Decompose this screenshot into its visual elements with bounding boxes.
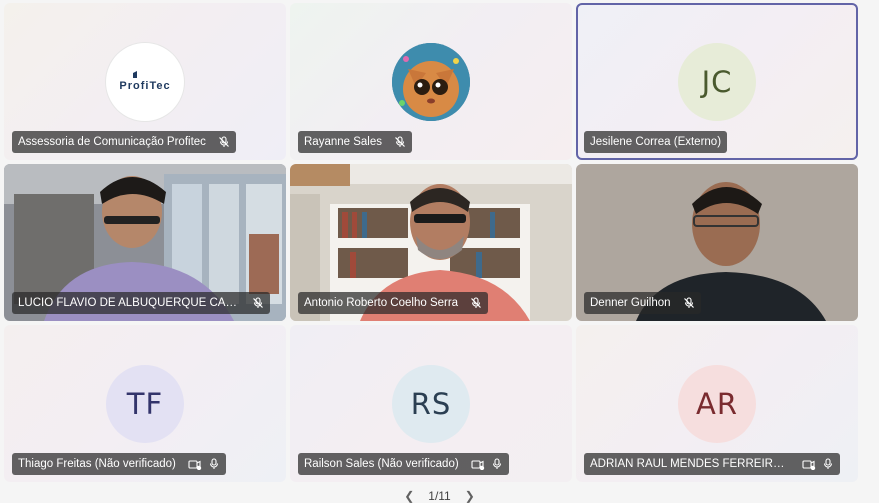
mic-icon	[491, 458, 503, 470]
participant-tile[interactable]: TF Thiago Freitas (Não verificado)	[4, 325, 286, 482]
participant-name: Jesilene Correa (Externo)	[590, 136, 722, 148]
participant-tile[interactable]: ProfiTec Assessoria de Comunicação Profi…	[4, 3, 286, 160]
initials-avatar: AR	[678, 365, 756, 443]
participant-name: Railson Sales (Não verificado)	[304, 458, 459, 470]
participant-name-bar: ADRIAN RAUL MENDES FERREIRA R...	[584, 453, 840, 475]
participant-name: Assessoria de Comunicação Profitec	[18, 136, 206, 148]
participant-name: Antonio Roberto Coelho Serra	[304, 297, 459, 309]
participant-name: Denner Guilhon	[590, 297, 671, 309]
logo-text: ProfiTec	[119, 80, 170, 92]
participant-name-bar: Denner Guilhon	[584, 292, 701, 314]
participant-name-bar: LUCIO FLAVIO DE ALBUQUERQUE CAM...	[12, 292, 270, 314]
participant-video-tile[interactable]: Antonio Roberto Coelho Serra	[290, 164, 572, 321]
mic-off-icon	[683, 297, 695, 309]
participant-video-tile[interactable]: LUCIO FLAVIO DE ALBUQUERQUE CAM...	[4, 164, 286, 321]
unverified-icon	[471, 458, 485, 470]
participant-name-bar: Antonio Roberto Coelho Serra	[298, 292, 489, 314]
participant-name-bar: Rayanne Sales	[298, 131, 412, 153]
participant-name: LUCIO FLAVIO DE ALBUQUERQUE CAM...	[18, 297, 240, 309]
initials-avatar: TF	[106, 365, 184, 443]
profile-picture	[392, 43, 470, 121]
participant-tile-active-speaker[interactable]: JC Jesilene Correa (Externo)	[576, 3, 858, 160]
participant-name: Rayanne Sales	[304, 136, 382, 148]
mic-icon	[208, 458, 220, 470]
profitec-logo: ProfiTec	[106, 43, 184, 121]
participant-name-bar: Assessoria de Comunicação Profitec	[12, 131, 236, 153]
mic-off-icon	[394, 136, 406, 148]
participant-video-tile[interactable]: Denner Guilhon	[576, 164, 858, 321]
participant-tile[interactable]: Rayanne Sales	[290, 3, 572, 160]
mic-off-icon	[252, 297, 264, 309]
participant-name-bar: Railson Sales (Não verificado)	[298, 453, 509, 475]
unverified-icon	[802, 458, 816, 470]
participant-name: Thiago Freitas (Não verificado)	[18, 458, 176, 470]
unverified-icon	[188, 458, 202, 470]
mic-icon	[822, 458, 834, 470]
participant-tile[interactable]: AR ADRIAN RAUL MENDES FERREIRA R...	[576, 325, 858, 482]
participant-name: ADRIAN RAUL MENDES FERREIRA R...	[590, 458, 790, 470]
participant-name-bar: Thiago Freitas (Não verificado)	[12, 453, 226, 475]
initials-avatar: RS	[392, 365, 470, 443]
participant-grid: ProfiTec Assessoria de Comunicação Profi…	[4, 3, 859, 483]
mic-off-icon	[470, 297, 482, 309]
participant-name-bar: Jesilene Correa (Externo)	[584, 131, 728, 153]
participant-tile[interactable]: RS Railson Sales (Não verificado)	[290, 325, 572, 482]
initials-avatar: JC	[678, 43, 756, 121]
mic-off-icon	[218, 136, 230, 148]
